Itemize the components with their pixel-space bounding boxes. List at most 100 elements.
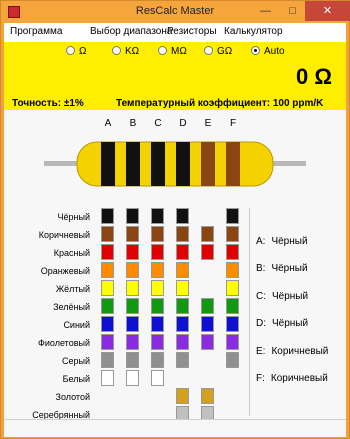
swatch-c-yellow[interactable] [151,280,164,296]
swatch-c-orange[interactable] [151,262,164,278]
band-d [176,142,190,186]
swatch-f-brown[interactable] [226,226,239,242]
swatch-e-red[interactable] [201,244,214,260]
result-a: A: Чёрный [256,236,308,247]
swatch-b-white[interactable] [126,370,139,386]
swatch-b-orange[interactable] [126,262,139,278]
swatch-c-white[interactable] [151,370,164,386]
swatch-f-black[interactable] [226,208,239,224]
swatch-e-violet[interactable] [201,334,214,350]
swatch-d-brown[interactable] [176,226,189,242]
radio-label: MΩ [171,46,187,57]
radio-kohm[interactable]: KΩ [112,46,139,58]
swatch-f-red[interactable] [226,244,239,260]
swatch-a-orange[interactable] [101,262,114,278]
menu-range[interactable]: Выбор диапазона [90,26,172,37]
result-key: B: [256,263,266,274]
divider [249,208,250,416]
maximize-button[interactable]: □ [279,1,306,21]
swatch-d-gray[interactable] [176,352,189,368]
swatch-a-red[interactable] [101,244,114,260]
radio-ohm[interactable]: Ω [66,46,86,58]
result-value: Коричневый [270,373,328,384]
result-value: Чёрный [271,263,308,274]
radio-dot [251,46,260,55]
swatch-f-blue[interactable] [226,316,239,332]
resistance-value: 0 Ω [296,64,332,89]
swatch-c-gray[interactable] [151,352,164,368]
swatch-f-orange[interactable] [226,262,239,278]
swatch-d-green[interactable] [176,298,189,314]
close-button[interactable]: ✕ [305,1,350,21]
swatch-b-black[interactable] [126,208,139,224]
swatch-c-green[interactable] [151,298,164,314]
swatch-d-red[interactable] [176,244,189,260]
swatch-a-white[interactable] [101,370,114,386]
radio-auto[interactable]: Auto [251,46,285,58]
row-label-green: Зелёный [53,302,90,312]
swatch-c-brown[interactable] [151,226,164,242]
swatch-c-violet[interactable] [151,334,164,350]
result-value: Чёрный [272,318,309,329]
swatch-f-gray[interactable] [226,352,239,368]
swatch-e-blue[interactable] [201,316,214,332]
minimize-button[interactable]: — [252,1,279,21]
swatch-d-orange[interactable] [176,262,189,278]
swatch-e-gold[interactable] [201,388,214,404]
swatch-c-black[interactable] [151,208,164,224]
radio-gohm[interactable]: GΩ [204,46,232,58]
swatch-b-green[interactable] [126,298,139,314]
menu-resistors[interactable]: Резисторы [167,26,217,37]
result-key: F: [256,373,265,384]
swatch-f-violet[interactable] [226,334,239,350]
column-label-f: F [229,118,237,129]
band-b [126,142,140,186]
row-label-gold: Золотой [55,392,90,402]
title-bar[interactable]: ResCalc Master — □ ✕ [1,1,350,23]
row-label-blue: Синий [63,320,90,330]
swatch-d-violet[interactable] [176,334,189,350]
swatch-a-brown[interactable] [101,226,114,242]
swatch-c-red[interactable] [151,244,164,260]
swatch-a-yellow[interactable] [101,280,114,296]
swatch-d-yellow[interactable] [176,280,189,296]
result-value: Чёрный [271,236,308,247]
row-label-yellow: Жёлтый [55,284,90,294]
value-panel: Ω KΩ MΩ GΩ Auto 0 Ω Точность: ±1% Темпер… [4,42,346,110]
result-key: E: [256,346,266,357]
swatch-d-blue[interactable] [176,316,189,332]
app-window: ResCalc Master — □ ✕ Программа Выбор диа… [0,0,350,439]
band-c [151,142,165,186]
radio-label: KΩ [125,46,140,57]
result-key: D: [256,318,266,329]
swatch-b-violet[interactable] [126,334,139,350]
swatch-c-blue[interactable] [151,316,164,332]
band-f [226,142,240,186]
swatch-f-green[interactable] [226,298,239,314]
swatch-a-black[interactable] [101,208,114,224]
menu-program[interactable]: Программа [10,26,62,37]
column-label-e: E [204,118,212,129]
swatch-a-blue[interactable] [101,316,114,332]
result-b: B: Чёрный [256,263,308,274]
radio-dot [112,46,121,55]
swatch-a-green[interactable] [101,298,114,314]
row-label-black: Чёрный [57,212,90,222]
swatch-b-blue[interactable] [126,316,139,332]
swatch-a-gray[interactable] [101,352,114,368]
swatch-a-violet[interactable] [101,334,114,350]
column-label-c: C [154,118,162,129]
row-label-orange: Оранжевый [40,266,90,276]
swatch-b-yellow[interactable] [126,280,139,296]
swatch-d-gold[interactable] [176,388,189,404]
swatch-e-brown[interactable] [201,226,214,242]
swatch-d-black[interactable] [176,208,189,224]
menu-calculator[interactable]: Калькулятор [224,26,283,37]
radio-mohm[interactable]: MΩ [158,46,187,58]
swatch-f-yellow[interactable] [226,280,239,296]
swatch-b-brown[interactable] [126,226,139,242]
row-label-violet: Фиолетовый [38,338,90,348]
swatch-b-red[interactable] [126,244,139,260]
swatch-b-gray[interactable] [126,352,139,368]
swatch-e-green[interactable] [201,298,214,314]
